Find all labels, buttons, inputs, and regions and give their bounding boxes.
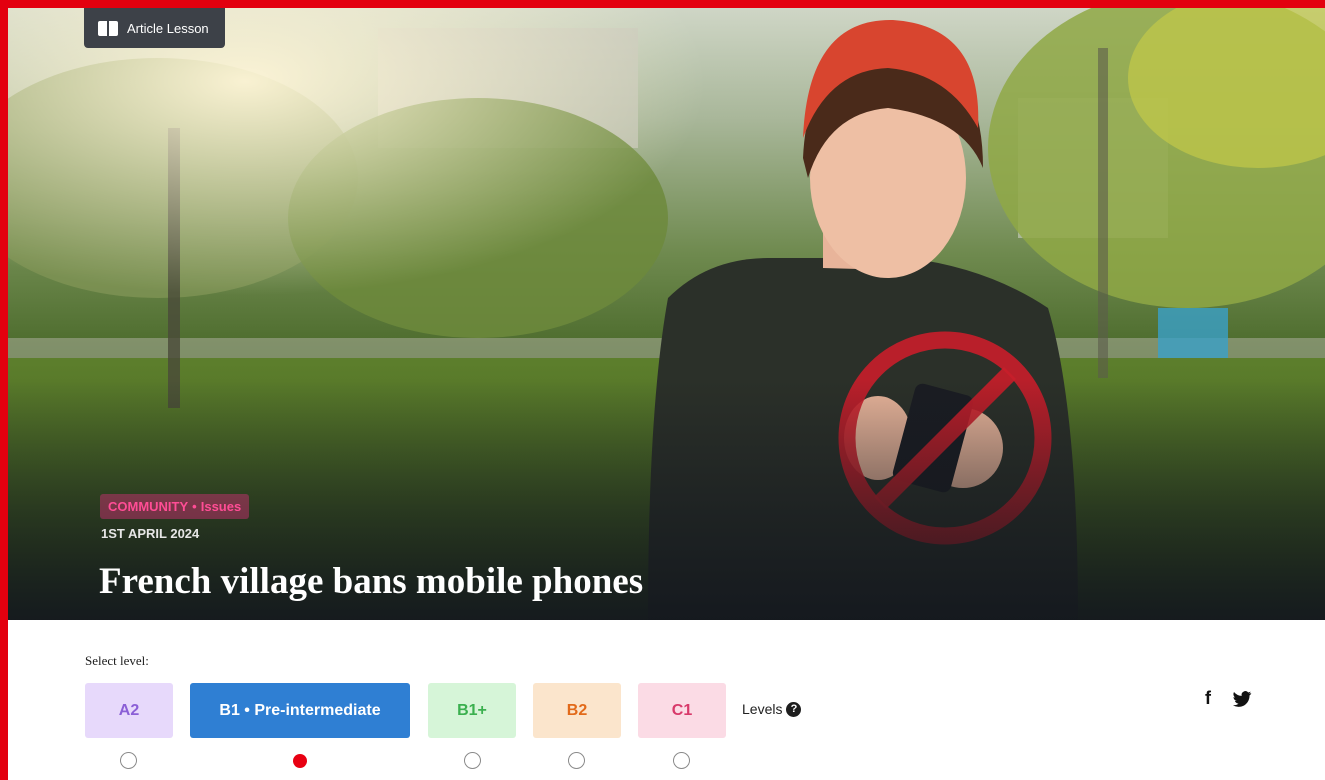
- tag-separator: •: [192, 499, 197, 514]
- level-radio-a2[interactable]: [120, 752, 137, 769]
- level-button-b1-plus[interactable]: B1+: [428, 683, 516, 738]
- article-lesson-badge: Article Lesson: [84, 8, 225, 48]
- question-circle-icon[interactable]: ?: [786, 701, 802, 717]
- article-date: 1ST APRIL 2024: [101, 526, 200, 541]
- twitter-icon[interactable]: [1232, 691, 1252, 708]
- levels-help-label[interactable]: Levels: [742, 701, 782, 717]
- tag-subcategory[interactable]: Issues: [201, 499, 241, 514]
- level-radio-b1[interactable]: [293, 754, 307, 768]
- level-button-b2[interactable]: B2: [533, 683, 621, 738]
- category-tags[interactable]: COMMUNITY • Issues: [100, 494, 250, 519]
- article-title: French village bans mobile phones: [99, 561, 644, 602]
- select-level-label: Select level:: [85, 653, 149, 668]
- level-radio-b1-plus[interactable]: [464, 752, 481, 769]
- level-radio-b2[interactable]: [568, 752, 585, 769]
- tag-category[interactable]: COMMUNITY: [108, 499, 188, 514]
- article-lesson-label: Article Lesson: [127, 20, 209, 36]
- level-button-a2[interactable]: A2: [85, 683, 173, 738]
- levels-help-link[interactable]: Levels ?: [742, 701, 802, 717]
- level-button-b1[interactable]: B1 • Pre-intermediate: [190, 683, 410, 738]
- facebook-icon[interactable]: f: [1205, 688, 1211, 709]
- book-icon: [98, 20, 118, 36]
- level-radio-c1[interactable]: [673, 752, 690, 769]
- level-button-c1[interactable]: C1: [638, 683, 726, 738]
- hero-banner: Article Lesson COMMUNITY • Issues 1ST AP…: [8, 8, 1325, 620]
